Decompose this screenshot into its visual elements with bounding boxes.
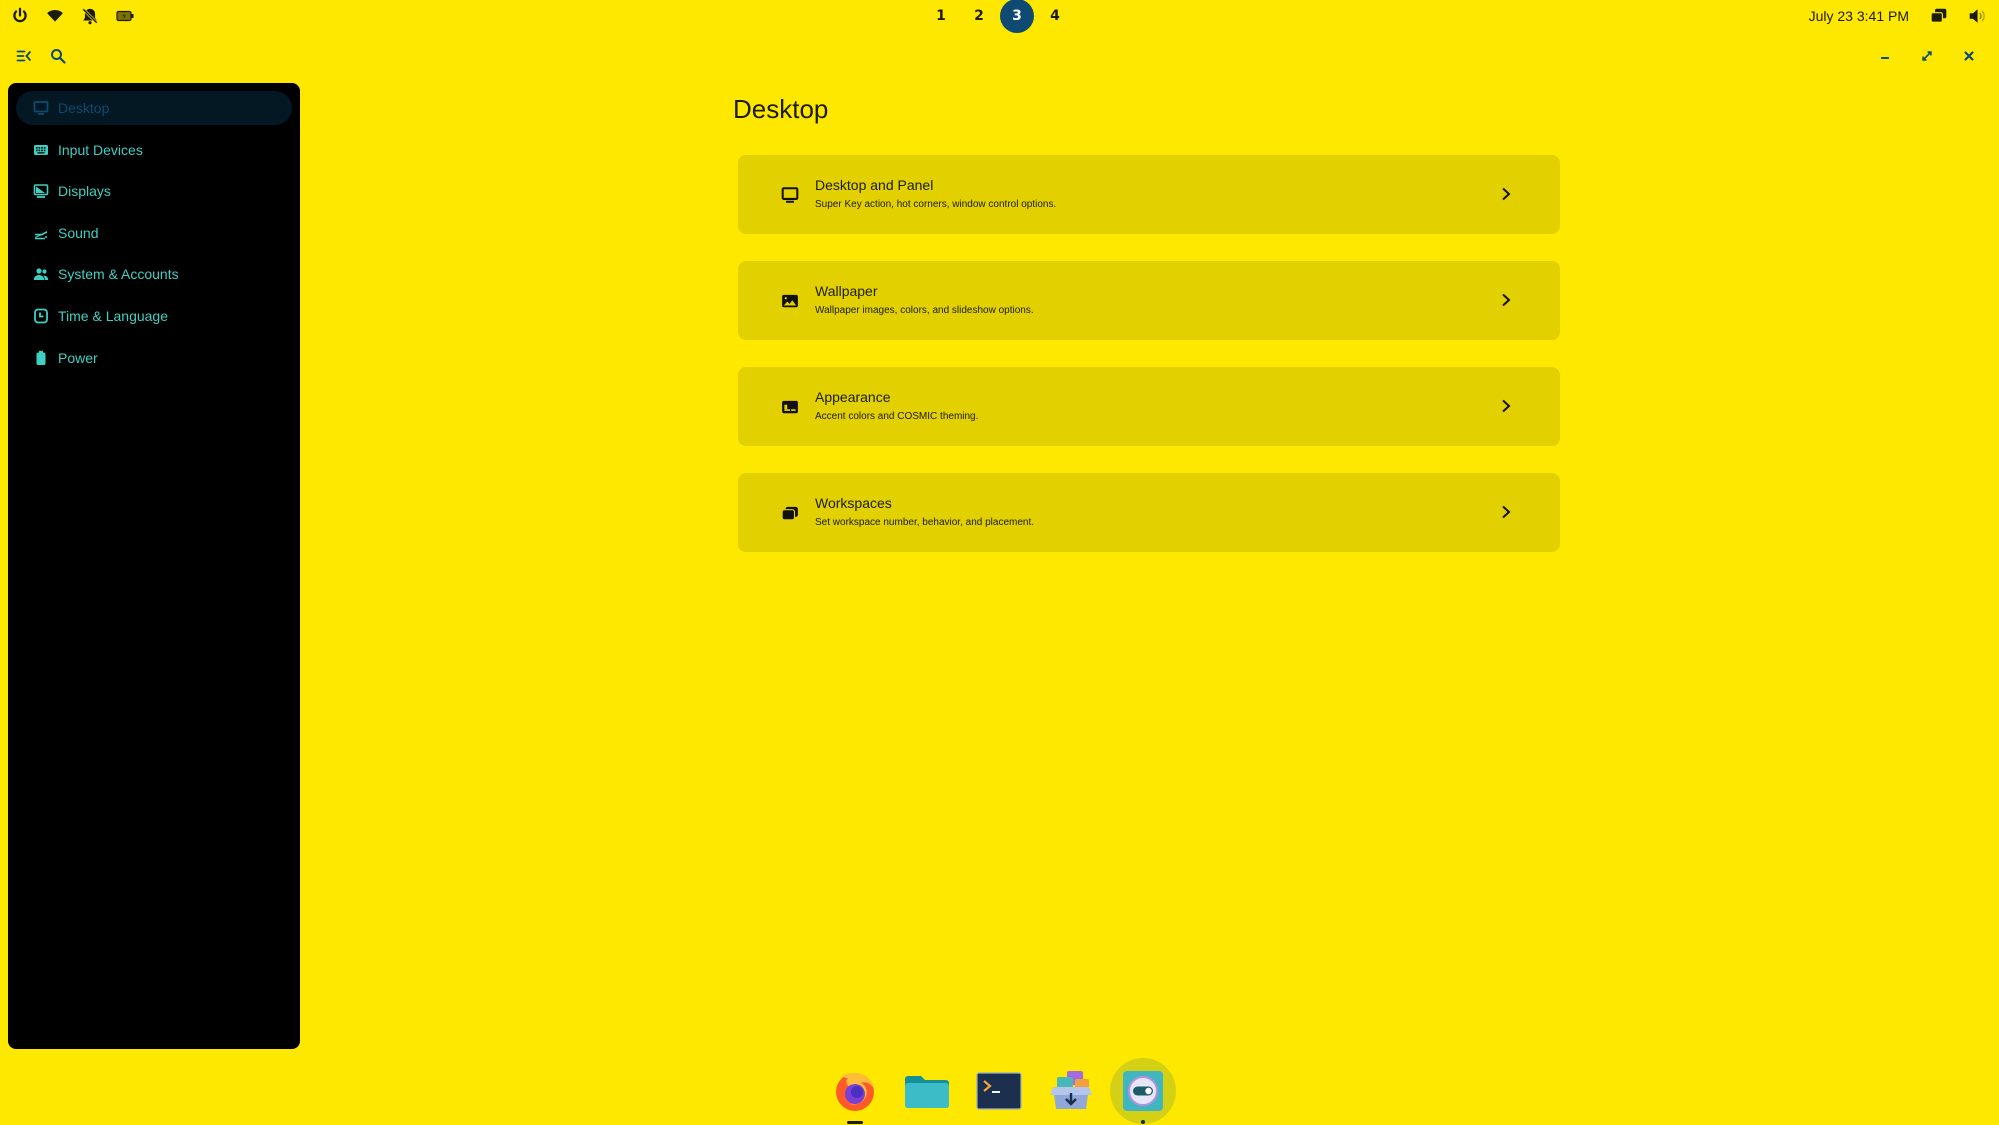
card-wallpaper[interactable]: Wallpaper Wallpaper images, colors, and …: [738, 261, 1560, 340]
battery-charging-icon[interactable]: [113, 4, 137, 28]
running-indicator: [847, 1121, 863, 1124]
monitor-icon: [32, 99, 50, 117]
power-icon[interactable]: [8, 4, 32, 28]
minimize-icon: [1881, 57, 1889, 59]
display-icon: [32, 182, 50, 200]
settings-icon: [1123, 1071, 1163, 1111]
card-description: Super Key action, hot corners, window co…: [815, 199, 1057, 210]
users-icon: [32, 265, 50, 283]
card-description: Set workspace number, behavior, and plac…: [815, 517, 1035, 528]
dock-app-settings[interactable]: [1110, 1058, 1176, 1124]
card-title: Appearance: [815, 389, 891, 405]
search-button[interactable]: [48, 46, 68, 66]
sidebar-item-label: Power: [58, 349, 98, 366]
chevron-right-icon: [1496, 184, 1516, 204]
firefox-icon: [836, 1073, 874, 1111]
workspace-switcher: 1 2 3 4: [924, 0, 1072, 33]
dock-app-firefox[interactable]: [826, 1060, 884, 1124]
tray-right: July 23 3:41 PM: [1809, 4, 1989, 28]
card-title: Wallpaper: [815, 283, 878, 299]
card-desktop-and-panel[interactable]: Desktop and Panel Super Key action, hot …: [738, 155, 1560, 234]
card-workspaces[interactable]: Workspaces Set workspace number, behavio…: [738, 473, 1560, 552]
wifi-icon[interactable]: [43, 4, 67, 28]
folder-icon: [905, 1076, 949, 1108]
sidebar-item-sound[interactable]: Sound: [16, 216, 292, 250]
sidebar: Desktop Input Devices Displays Sound Sys…: [8, 83, 300, 1049]
keyboard-icon: [32, 141, 50, 159]
header-left: [14, 46, 68, 66]
appearance-icon: [780, 397, 800, 417]
terminal-icon: [976, 1072, 1022, 1110]
sidebar-item-label: Sound: [58, 224, 99, 241]
sidebar-item-desktop[interactable]: Desktop: [16, 91, 292, 125]
dock-app-files[interactable]: [898, 1060, 956, 1122]
tray-left: [8, 4, 137, 28]
store-icon: [1050, 1071, 1092, 1109]
sound-icon: [32, 224, 50, 242]
workspace-3[interactable]: 3: [1000, 0, 1034, 33]
window-controls: [1875, 46, 1979, 66]
card-title: Desktop and Panel: [815, 177, 934, 193]
card-title: Workspaces: [815, 495, 892, 511]
sidebar-item-label: Time & Language: [58, 307, 168, 324]
sidebar-toggle-button[interactable]: [14, 46, 34, 66]
sidebar-item-system-accounts[interactable]: System & Accounts: [16, 257, 292, 291]
maximize-icon: [1922, 51, 1932, 61]
close-button[interactable]: [1959, 46, 1979, 66]
workspace-4[interactable]: 4: [1038, 0, 1072, 32]
notifications-off-icon[interactable]: [78, 4, 102, 28]
sidebar-item-power[interactable]: Power: [16, 341, 292, 375]
battery-icon: [32, 349, 50, 367]
sidebar-item-input-devices[interactable]: Input Devices: [16, 133, 292, 167]
workspaces-icon: [780, 503, 800, 523]
maximize-button[interactable]: [1917, 46, 1937, 66]
dock-app-terminal[interactable]: [970, 1060, 1028, 1122]
clock-icon: [32, 307, 50, 325]
search-icon: [51, 49, 66, 64]
sidebar-item-label: Input Devices: [58, 141, 143, 158]
dock: [826, 1058, 1176, 1124]
chevron-right-icon: [1496, 502, 1516, 522]
page-title: Desktop: [733, 94, 829, 124]
card-description: Accent colors and COSMIC theming.: [815, 411, 979, 422]
settings-card-list: Desktop and Panel Super Key action, hot …: [738, 155, 1560, 579]
sidebar-item-label: System & Accounts: [58, 266, 179, 283]
top-panel: 1 2 3 4 July 23 3:41 PM: [0, 0, 1999, 33]
clock[interactable]: July 23 3:41 PM: [1809, 8, 1913, 24]
sidebar-toggle-icon: [16, 50, 31, 62]
sidebar-item-label: Displays: [58, 183, 111, 200]
chevron-right-icon: [1496, 290, 1516, 310]
workspaces-overview-icon[interactable]: [1927, 4, 1951, 28]
image-icon: [780, 291, 800, 311]
sidebar-item-time-language[interactable]: Time & Language: [16, 299, 292, 333]
sidebar-item-label: Desktop: [58, 100, 110, 116]
volume-icon[interactable]: [1965, 4, 1989, 28]
workspace-2[interactable]: 2: [962, 0, 996, 32]
workspace-1[interactable]: 1: [924, 0, 958, 32]
chevron-right-icon: [1496, 396, 1516, 416]
dock-app-store[interactable]: [1042, 1060, 1100, 1122]
monitor-icon: [780, 185, 800, 205]
card-appearance[interactable]: Appearance Accent colors and COSMIC them…: [738, 367, 1560, 446]
close-icon: [1964, 51, 1974, 61]
card-description: Wallpaper images, colors, and slideshow …: [815, 305, 1034, 316]
running-indicator: [1141, 1120, 1145, 1124]
sidebar-item-displays[interactable]: Displays: [16, 174, 292, 208]
minimize-button[interactable]: [1875, 46, 1895, 66]
